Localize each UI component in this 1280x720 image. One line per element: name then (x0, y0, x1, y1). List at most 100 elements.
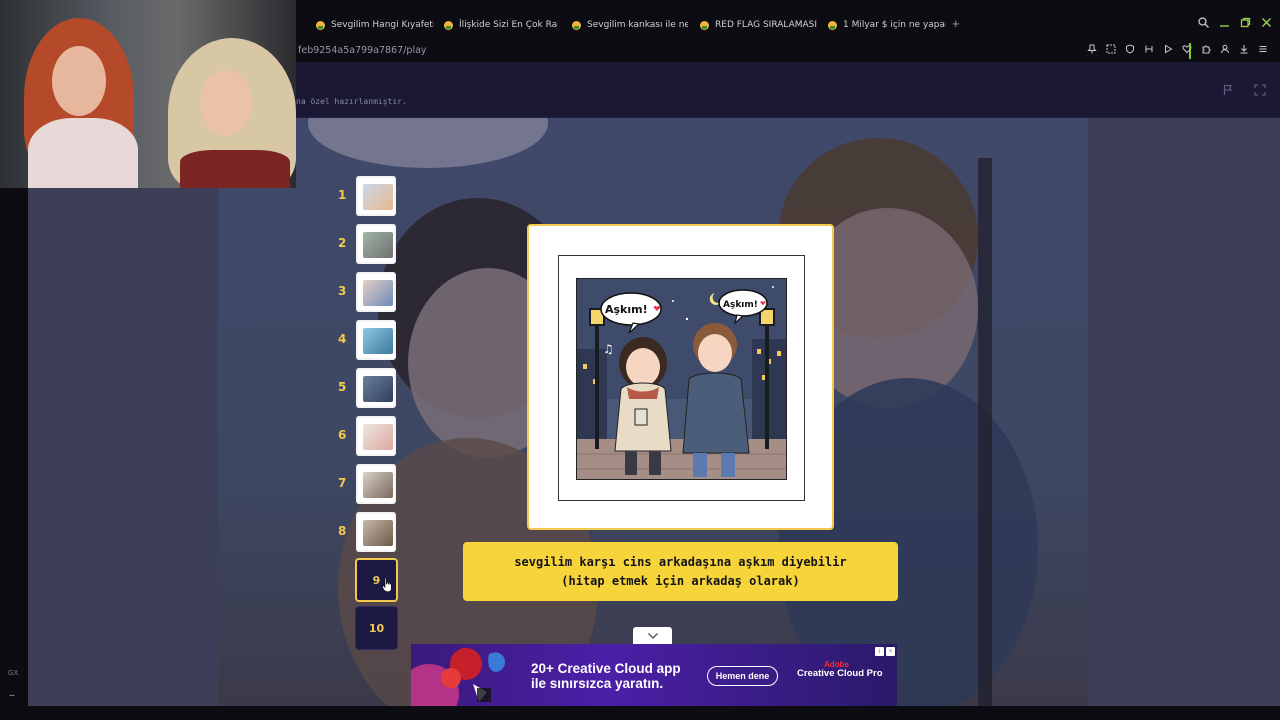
slide-number: 6 (338, 428, 347, 442)
flag-icon[interactable] (1222, 84, 1234, 96)
tab-label: RED FLAG SIRALAMASI - T (715, 20, 818, 30)
music-note-icon: ♫ (603, 342, 614, 356)
extensions-icon[interactable] (1201, 44, 1211, 54)
fullscreen-icon[interactable] (1254, 84, 1266, 96)
profile-icon[interactable] (1220, 44, 1230, 54)
streamer-right-face (200, 70, 252, 136)
flow-icon[interactable] (1144, 44, 1154, 54)
blur-lamp-post (978, 158, 992, 706)
browser-tab[interactable]: Sevgilim kankası ile ne yap (572, 14, 688, 36)
couple-illustration: Aşkım! Aşkım! ♫ (576, 278, 787, 480)
slide-thumbnail[interactable] (356, 224, 396, 264)
thumbnail-image (363, 424, 393, 450)
slide-item[interactable]: 1 (330, 174, 410, 218)
collapse-ad-button[interactable] (633, 627, 672, 644)
streamer-left-body (28, 118, 138, 188)
browser-tab[interactable]: Sevgilim Hangi Kıyafeti Dış (316, 14, 434, 36)
bubble-right-text: Aşkım! (723, 300, 758, 310)
blur-speech-bubble (308, 118, 548, 168)
illustration-frame: Aşkım! Aşkım! ♫ (558, 255, 805, 501)
window-controls (1198, 17, 1272, 28)
slide-number: 3 (338, 284, 347, 298)
slide-number: 1 (338, 188, 347, 202)
tab-label: Sevgilim Hangi Kıyafeti Dış (331, 20, 434, 30)
slide-item[interactable]: 3 (330, 270, 410, 314)
header-actions (1222, 84, 1266, 96)
ad-cta-button[interactable]: Hemen dene (707, 666, 778, 686)
tab-label: Sevgilim kankası ile ne yap (587, 20, 688, 30)
new-tab-button[interactable]: + (952, 16, 960, 31)
slide-thumbnail[interactable] (356, 176, 396, 216)
download-icon[interactable] (1239, 44, 1249, 54)
tab-label: İlişkide Sizi En Çok Rahats (459, 20, 558, 30)
slide-thumbnail[interactable] (356, 272, 396, 312)
slide-item[interactable]: 6 (330, 414, 410, 458)
thumbnail-image (363, 520, 393, 546)
site-favicon-icon (828, 20, 837, 30)
browser-tab[interactable]: RED FLAG SIRALAMASI - T (700, 14, 818, 36)
restore-icon[interactable] (1240, 17, 1251, 28)
slide-number: 4 (338, 332, 347, 346)
background-right-panel (1088, 118, 1280, 706)
browser-side-panel (0, 188, 28, 708)
pin-icon[interactable] (1087, 44, 1097, 54)
slide-thumbnail[interactable] (356, 368, 396, 408)
shield-icon[interactable] (1125, 44, 1135, 54)
site-favicon-icon (316, 20, 325, 30)
site-favicon-icon (444, 20, 453, 30)
question-card: Aşkım! Aşkım! ♫ (527, 224, 834, 530)
caption-line-1: sevgilim karşı cins arkadaşına aşkım diy… (514, 554, 847, 569)
slide-button[interactable]: 10 (355, 606, 398, 650)
ad-headline-line-1: 20+ Creative Cloud app (531, 661, 681, 676)
ad-headline-line-2: ile sınırsızca yaratın. (531, 676, 664, 691)
thumbnail-image (363, 184, 393, 210)
chevron-down-icon (647, 632, 658, 639)
slide-item[interactable]: 8 (330, 510, 410, 554)
slide-item[interactable]: 10 (330, 606, 410, 650)
browser-tab[interactable]: İlişkide Sizi En Çok Rahats (444, 14, 558, 36)
slide-thumbnail[interactable] (356, 512, 396, 552)
menu-icon[interactable] (1258, 44, 1268, 54)
background-left-panel (28, 118, 218, 706)
bottom-bar (0, 706, 1280, 720)
tab-label: 1 Milyar $ için ne yaparsın? (843, 20, 946, 30)
ad-headline: 20+ Creative Cloud app ile sınırsızca ya… (531, 661, 681, 691)
ad-banner[interactable]: 20+ Creative Cloud app ile sınırsızca ya… (411, 644, 897, 706)
gx-label: GX (8, 670, 19, 677)
slide-item[interactable]: 4 (330, 318, 410, 362)
slide-thumbnail[interactable] (356, 464, 396, 504)
ad-brand-name: Creative Cloud Pro (797, 668, 883, 679)
thumbnail-image (363, 376, 393, 402)
slide-item[interactable]: 9 (330, 558, 410, 602)
ad-info-icon[interactable]: i (875, 647, 884, 656)
couple-illustration-art: Aşkım! Aşkım! ♫ (577, 279, 786, 479)
url-field[interactable]: feb9254a5a799a7867/play (298, 45, 427, 56)
slide-thumbnail[interactable] (356, 416, 396, 456)
streamer-left-face (52, 46, 106, 116)
header-note: na özel hazırlanmıştır. (296, 97, 407, 106)
slide-number: 5 (338, 380, 347, 394)
ad-close-icon[interactable]: × (886, 647, 895, 656)
play-icon[interactable] (1163, 44, 1173, 54)
search-icon[interactable] (1198, 17, 1209, 28)
thumbnail-image (363, 472, 393, 498)
thumbnail-image (363, 232, 393, 258)
slide-item[interactable]: 5 (330, 366, 410, 410)
webcam-overlay (0, 0, 296, 188)
hand-cursor-icon (382, 577, 392, 593)
screenshot-icon[interactable] (1106, 44, 1116, 54)
ad-choices[interactable]: i × (875, 647, 895, 656)
close-icon[interactable] (1261, 17, 1272, 28)
browser-toolbar (1087, 44, 1268, 54)
site-favicon-icon (700, 20, 709, 30)
streamer-right-body (180, 150, 290, 188)
slide-number: 7 (338, 476, 347, 490)
more-options-button[interactable]: ... (9, 688, 15, 699)
slide-item[interactable]: 7 (330, 462, 410, 506)
slide-item[interactable]: 2 (330, 222, 410, 266)
thumbnail-image (363, 280, 393, 306)
thumbnail-image (363, 328, 393, 354)
browser-tab[interactable]: 1 Milyar $ için ne yaparsın? (828, 14, 946, 36)
slide-thumbnail[interactable] (356, 320, 396, 360)
minimize-icon[interactable] (1219, 17, 1230, 28)
